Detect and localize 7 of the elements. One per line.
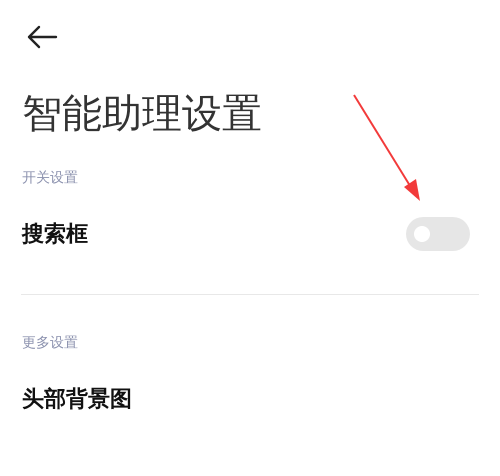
setting-label[interactable]: 搜索框 (22, 218, 88, 250)
section-header: 开关设置 (22, 169, 78, 188)
back-icon[interactable] (26, 24, 58, 50)
setting-label[interactable]: 头部背景图 (22, 382, 132, 416)
section-header: 更多设置 (22, 334, 78, 353)
toggle-switch[interactable] (406, 217, 470, 251)
page-title: 智能助理设置 (22, 90, 263, 138)
